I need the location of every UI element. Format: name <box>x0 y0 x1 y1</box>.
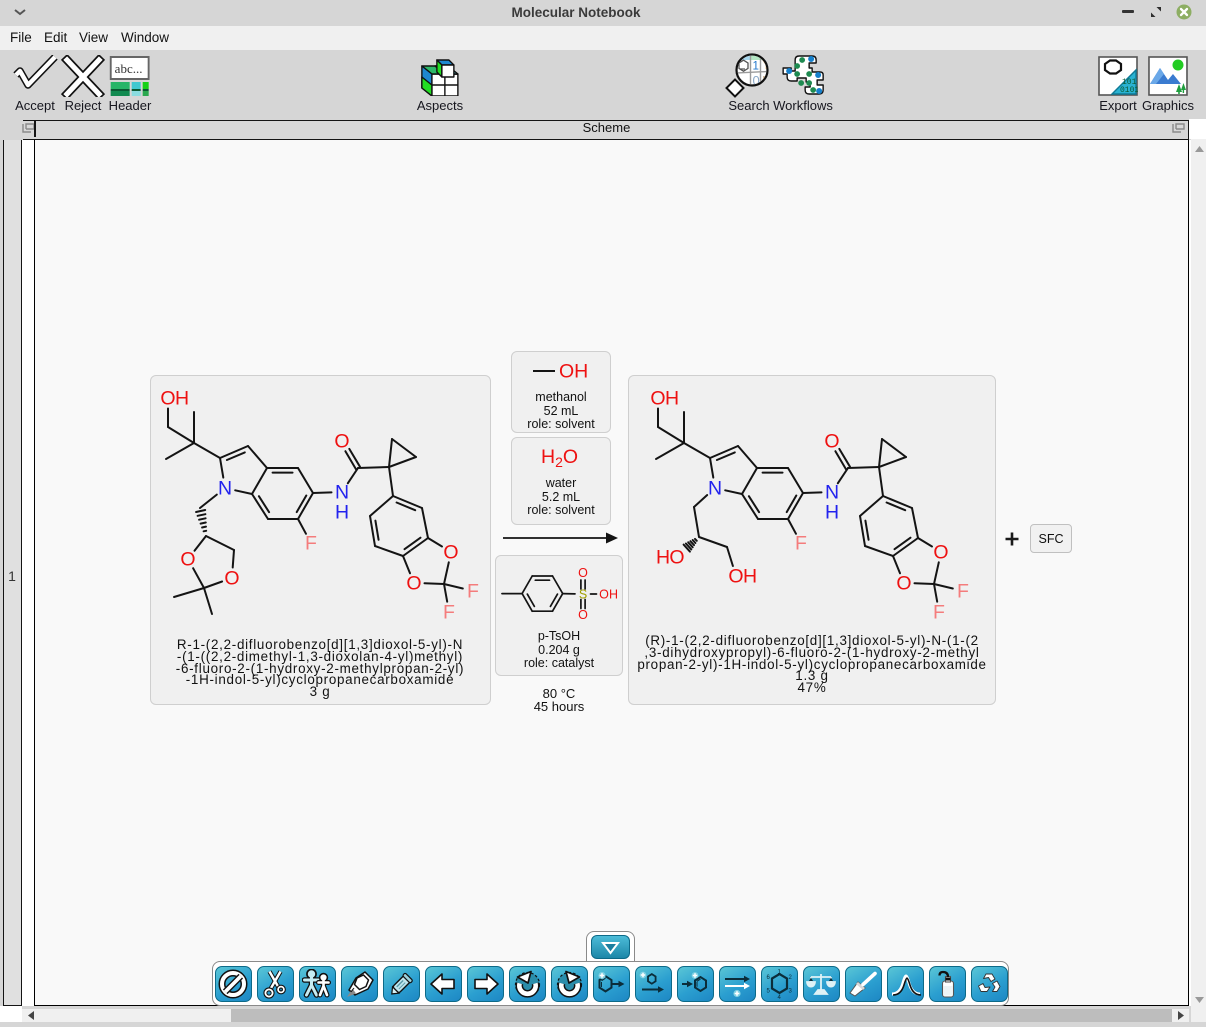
svg-text:4: 4 <box>778 995 782 1000</box>
svg-text:6: 6 <box>767 975 771 981</box>
svg-text:2: 2 <box>789 975 793 981</box>
svg-text:abc...: abc... <box>115 61 143 76</box>
svg-text:3: 3 <box>789 988 793 994</box>
svg-text:1: 1 <box>753 61 759 73</box>
svg-text:5: 5 <box>767 988 771 994</box>
svg-text:01010: 01010 <box>1120 86 1138 95</box>
